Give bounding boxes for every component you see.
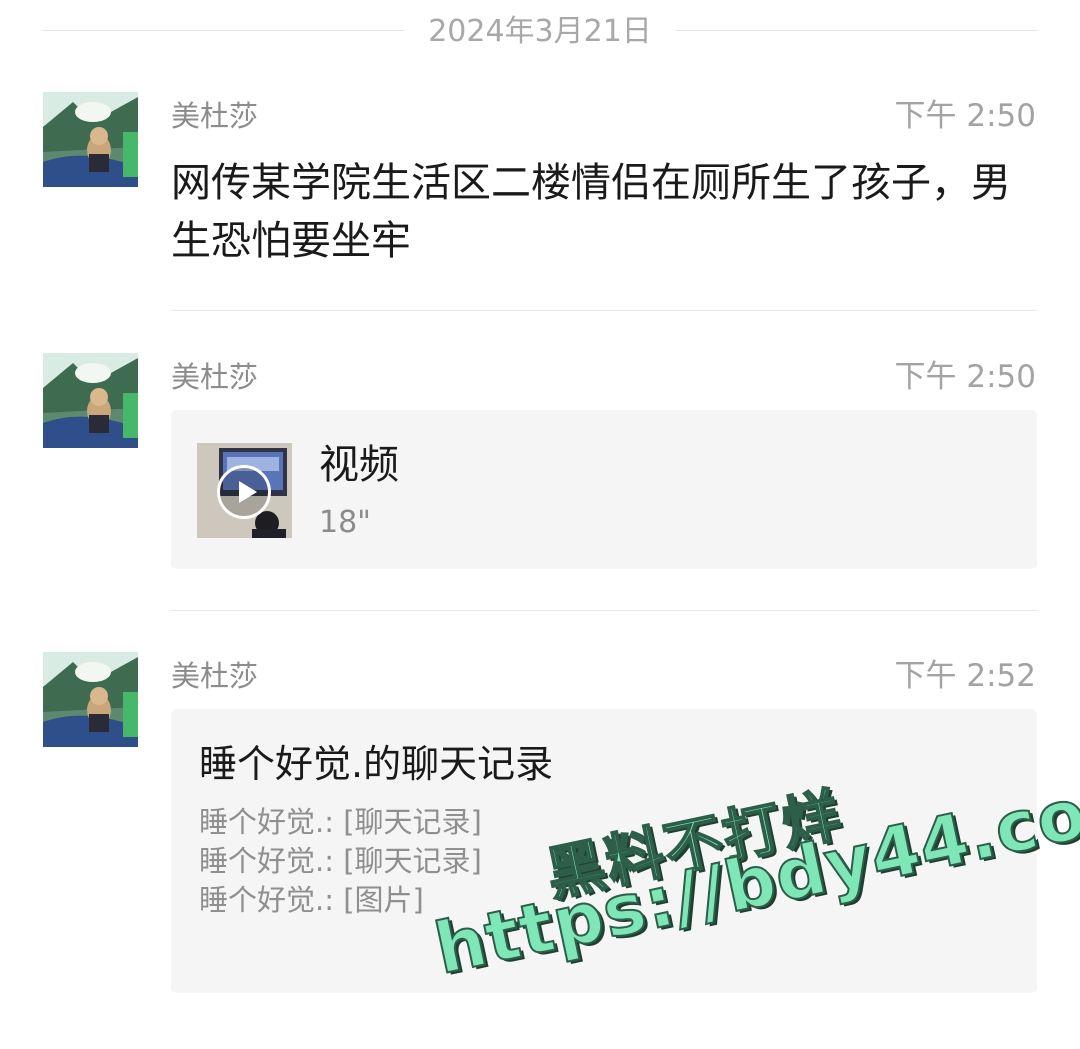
- video-duration: 18": [319, 505, 371, 540]
- video-title: 视频: [319, 442, 399, 488]
- video-thumbnail[interactable]: [197, 443, 292, 538]
- date-separator-label: 2024年3月21日: [428, 14, 652, 49]
- chat-record-line: 睡个好觉.: [聊天记录]: [199, 805, 482, 839]
- sender-name: 美杜莎: [171, 360, 259, 394]
- message-time: 下午 2:52: [894, 658, 1036, 694]
- message-divider: [171, 310, 1037, 311]
- message-text[interactable]: 网传某学院生活区二楼情侣在厕所生了孩子，男生恐怕要坐牢: [171, 154, 1011, 270]
- avatar-cat-image: [43, 652, 138, 747]
- sender-name: 美杜莎: [171, 99, 259, 133]
- date-separator-line-right: [676, 30, 1038, 31]
- video-card[interactable]: 视频 18": [171, 410, 1037, 569]
- date-separator: 2024年3月21日: [42, 12, 1038, 52]
- message-time: 下午 2:50: [894, 359, 1036, 395]
- chat-record-preview: 睡个好觉.: [聊天记录] 睡个好觉.: [聊天记录] 睡个好觉.: [图片]: [199, 803, 482, 920]
- avatar-cat-image: [43, 92, 138, 187]
- avatar[interactable]: [43, 652, 138, 747]
- play-icon[interactable]: [217, 465, 271, 519]
- avatar-cat-image: [43, 353, 138, 448]
- avatar[interactable]: [43, 353, 138, 448]
- sender-name: 美杜莎: [171, 659, 259, 693]
- chat-record-line: 睡个好觉.: [图片]: [199, 883, 424, 917]
- chat-record-line: 睡个好觉.: [聊天记录]: [199, 844, 482, 878]
- message-time: 下午 2:50: [894, 98, 1036, 134]
- message-divider: [171, 610, 1037, 611]
- chat-record-title: 睡个好觉.的聊天记录: [199, 742, 554, 786]
- avatar[interactable]: [43, 92, 138, 187]
- chat-record-card[interactable]: 睡个好觉.的聊天记录 睡个好觉.: [聊天记录] 睡个好觉.: [聊天记录] 睡…: [171, 709, 1037, 993]
